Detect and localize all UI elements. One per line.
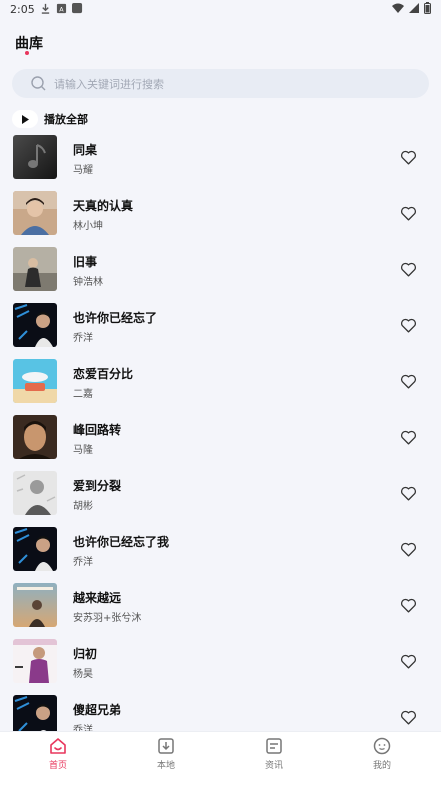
album-cover	[13, 471, 57, 515]
battery-icon	[424, 2, 431, 14]
nav-profile[interactable]: 我的	[352, 736, 412, 771]
heart-icon[interactable]	[400, 597, 417, 614]
list-item[interactable]: 也许你已经忘了我 乔洋	[0, 527, 441, 583]
play-all-label: 播放全部	[44, 113, 88, 126]
song-title: 恋爱百分比	[73, 367, 134, 381]
album-cover	[13, 415, 57, 459]
news-icon	[266, 738, 282, 754]
download-status-icon	[41, 3, 50, 14]
album-cover	[13, 191, 57, 235]
heart-icon[interactable]	[400, 261, 417, 278]
search-input[interactable]	[52, 69, 416, 100]
nav-news-label: 资讯	[264, 761, 283, 771]
song-title: 也许你已经忘了	[73, 311, 158, 325]
list-item[interactable]: 归初 杨昊	[0, 639, 441, 695]
list-item[interactable]: 越来越远 安苏羽+张兮沐	[0, 583, 441, 639]
song-title: 爱到分裂	[73, 479, 122, 493]
song-artist: 林小坤	[73, 221, 103, 232]
bottom-nav: 首页 本地 资讯 我的	[0, 731, 441, 785]
search-icon	[31, 76, 46, 91]
signal-icon	[409, 3, 419, 13]
app-status-icon: A	[56, 3, 67, 13]
heart-icon[interactable]	[400, 485, 417, 502]
wifi-icon	[392, 3, 404, 13]
song-artist: 马耀	[73, 165, 93, 176]
list-item[interactable]: 峰回路转 马隆	[0, 415, 441, 471]
play-all-row[interactable]: 播放全部	[12, 110, 88, 128]
song-title: 天真的认真	[73, 199, 134, 213]
song-artist: 乔洋	[73, 557, 93, 568]
album-cover	[13, 247, 57, 291]
nav-local[interactable]: 本地	[136, 736, 196, 771]
nav-news[interactable]: 资讯	[244, 736, 304, 771]
list-item[interactable]: 也许你已经忘了 乔洋	[0, 303, 441, 359]
song-title: 也许你已经忘了我	[73, 535, 170, 549]
song-artist: 胡彬	[73, 501, 93, 512]
song-title: 旧事	[73, 255, 98, 269]
song-artist: 安苏羽+张兮沐	[73, 613, 142, 624]
heart-icon[interactable]	[400, 149, 417, 166]
search-bar[interactable]	[12, 69, 429, 100]
status-bar: 2:05 A	[0, 0, 441, 20]
song-title: 傻超兄弟	[73, 703, 122, 717]
album-cover	[13, 527, 57, 571]
heart-icon[interactable]	[400, 709, 417, 726]
album-cover	[13, 135, 57, 179]
album-cover	[13, 583, 57, 627]
nav-home[interactable]: 首页	[28, 736, 88, 771]
list-item[interactable]: 旧事 钟浩林	[0, 247, 441, 303]
status-time: 2:05	[10, 3, 35, 16]
song-title: 峰回路转	[73, 423, 122, 437]
song-title: 归初	[73, 647, 98, 661]
song-artist: 二嘉	[73, 389, 93, 400]
heart-icon[interactable]	[400, 429, 417, 446]
play-all-button[interactable]	[12, 110, 38, 128]
list-item[interactable]: 恋爱百分比 二嘉	[0, 359, 441, 415]
song-artist: 杨昊	[73, 669, 93, 680]
nav-local-label: 本地	[156, 761, 175, 771]
song-artist: 乔洋	[73, 333, 93, 344]
song-artist: 钟浩林	[73, 277, 103, 288]
heart-icon[interactable]	[400, 317, 417, 334]
play-icon	[21, 114, 29, 124]
nav-profile-label: 我的	[372, 761, 391, 771]
page-title[interactable]: 曲库	[15, 33, 43, 53]
album-cover	[13, 639, 57, 683]
heart-icon[interactable]	[400, 205, 417, 222]
heart-icon[interactable]	[400, 541, 417, 558]
download-icon	[158, 738, 174, 754]
notification-status-icon	[72, 3, 83, 14]
song-title: 越来越远	[73, 591, 122, 605]
heart-icon[interactable]	[400, 653, 417, 670]
list-item[interactable]: 爱到分裂 胡彬	[0, 471, 441, 527]
heart-icon[interactable]	[400, 373, 417, 390]
list-item[interactable]: 天真的认真 林小坤	[0, 191, 441, 247]
home-icon	[50, 738, 66, 754]
album-cover	[13, 303, 57, 347]
svg-text:A: A	[59, 5, 64, 13]
song-artist: 马隆	[73, 445, 93, 456]
song-title: 同桌	[73, 143, 98, 157]
active-tab-indicator	[25, 51, 29, 55]
list-item[interactable]: 同桌 马耀	[0, 135, 441, 191]
nav-home-label: 首页	[48, 761, 67, 771]
profile-icon	[373, 737, 391, 755]
album-cover	[13, 359, 57, 403]
